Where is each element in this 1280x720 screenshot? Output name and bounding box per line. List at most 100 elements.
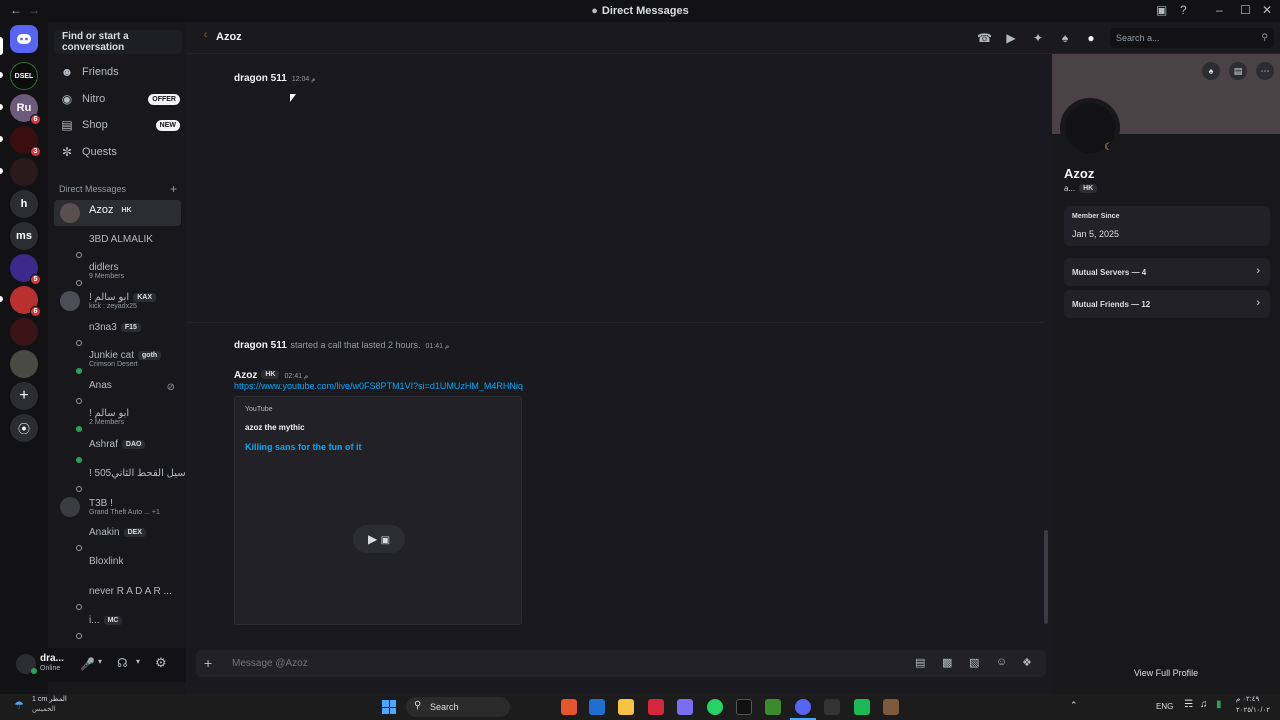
server-icon[interactable]	[10, 350, 38, 378]
help-icon[interactable]: ?	[1180, 3, 1187, 17]
server-icon[interactable]: Ru 6	[10, 94, 41, 125]
voice-call-icon[interactable]: ☎	[977, 31, 992, 45]
server-icon[interactable]: 6	[10, 286, 41, 317]
app-icon[interactable]	[883, 699, 899, 715]
discover-button[interactable]: ⦿	[10, 414, 38, 442]
search-input[interactable]: Search a... ⚲	[1110, 28, 1274, 48]
attach-plus-icon[interactable]: +	[204, 655, 212, 671]
sticker-icon[interactable]: ▧	[969, 656, 979, 669]
settings-gear-icon[interactable]: ⚙	[155, 655, 167, 671]
discord-logo-icon	[17, 34, 31, 44]
user-profile-icon[interactable]: ●	[1084, 31, 1098, 45]
open-external-icon: ▣	[380, 535, 391, 546]
maximize-button[interactable]: ☐	[1240, 3, 1251, 17]
server-icon[interactable]	[10, 318, 38, 346]
clock-date[interactable]: ٢٠٢٥/١٠/٠٢	[1236, 706, 1270, 714]
app-icon[interactable]	[854, 699, 870, 715]
dm-item[interactable]: Junkie cat goth Crimson Desert	[54, 346, 181, 374]
server-icon[interactable]	[10, 158, 38, 186]
message-input[interactable]	[232, 655, 872, 672]
nav-quests[interactable]: ✼ Quests	[60, 141, 180, 163]
wifi-icon[interactable]: ☴	[1184, 699, 1193, 710]
dm-item[interactable]: never R A D A R ...	[54, 582, 181, 610]
gif-icon[interactable]: ▩	[942, 656, 952, 669]
minecraft-icon[interactable]	[765, 699, 781, 715]
nav-friends[interactable]: ☻ Friends	[60, 61, 180, 83]
app-icon[interactable]	[824, 699, 840, 715]
emoji-icon[interactable]: ☺	[996, 656, 1007, 668]
volume-icon[interactable]: ♫	[1200, 699, 1208, 710]
dm-item[interactable]: ! 505سيل القحط الثاني	[54, 464, 186, 492]
youtube-link[interactable]: https://www.youtube.com/live/w0FS8PTM1VI…	[234, 381, 523, 391]
chevron-down-icon[interactable]: ▾	[136, 657, 140, 666]
apps-icon[interactable]: ❖	[1022, 656, 1032, 669]
dm-item[interactable]: Anas ⊘	[54, 376, 181, 404]
dm-item-azoz[interactable]: Azoz HK	[54, 200, 181, 226]
file-explorer-icon[interactable]	[618, 699, 634, 715]
home-button[interactable]	[10, 25, 38, 53]
store-icon[interactable]	[589, 699, 605, 715]
embed-title[interactable]: Killing sans for the fun of it	[245, 442, 362, 452]
chevron-down-icon[interactable]: ▾	[98, 657, 102, 666]
video-play-button[interactable]: ▶ ▣	[353, 525, 405, 553]
dm-search-button[interactable]: Find or start a conversation	[54, 30, 182, 54]
gift-icon[interactable]: ▤	[1229, 62, 1247, 80]
add-friend-icon[interactable]: ♠	[1202, 62, 1220, 80]
video-call-icon[interactable]: ▶	[1004, 31, 1018, 45]
message-author[interactable]: dragon 511	[234, 73, 287, 84]
discord-logo-icon: ●	[591, 5, 598, 17]
tiktok-icon[interactable]	[736, 699, 752, 715]
inbox-icon[interactable]: ▣	[1156, 3, 1167, 17]
mutual-servers-button[interactable]: Mutual Servers — 4 ›	[1064, 258, 1270, 286]
app-icon[interactable]	[648, 699, 664, 715]
idle-moon-icon: ☾	[1104, 142, 1113, 153]
close-button[interactable]: ✕	[1262, 3, 1272, 17]
battery-icon[interactable]: ▮	[1216, 699, 1222, 710]
start-windows-icon[interactable]	[382, 700, 396, 714]
chevron-right-icon: ›	[1256, 265, 1260, 277]
nav-shop[interactable]: ▤ Shop NEW	[60, 114, 180, 136]
gift-icon[interactable]: ▤	[915, 656, 925, 669]
pin-icon[interactable]: ✦	[1031, 31, 1045, 45]
dm-item[interactable]: Ashraf DAO	[54, 435, 181, 463]
dm-item[interactable]: n3na3 F15	[54, 318, 181, 346]
dm-item[interactable]: didlers 9 Members	[54, 258, 181, 286]
friends-icon: ☻	[60, 65, 74, 79]
create-dm-plus-icon[interactable]: +	[170, 182, 177, 196]
server-icon[interactable]: ms	[10, 222, 38, 250]
mutual-friends-button[interactable]: Mutual Friends — 12 ›	[1064, 290, 1270, 318]
view-full-profile-link[interactable]: View Full Profile	[1052, 668, 1280, 678]
server-icon[interactable]: 3	[10, 126, 41, 157]
minimize-button[interactable]: –	[1216, 3, 1223, 17]
app-icon[interactable]	[677, 699, 693, 715]
unread-indicator	[0, 136, 3, 142]
whatsapp-icon[interactable]	[707, 699, 723, 715]
add-friends-icon[interactable]: ♠	[1058, 31, 1072, 45]
dm-item[interactable]: i... MC	[54, 611, 181, 639]
embed-author[interactable]: azoz the mythic	[245, 423, 305, 432]
chat-scrollbar[interactable]	[1044, 530, 1048, 624]
dm-item[interactable]: T3B ! Grand Theft Auto ... +1	[54, 494, 181, 520]
chevron-up-icon[interactable]: ⌃	[1070, 700, 1078, 711]
nav-nitro[interactable]: ◉ Nitro OFFER	[60, 88, 180, 110]
weather-icon[interactable]: ☂	[14, 699, 24, 712]
server-icon[interactable]: h	[10, 190, 38, 218]
message-author[interactable]: Azoz	[234, 370, 257, 381]
clock-time[interactable]: ٠٢:٤٩ م	[1236, 695, 1259, 703]
microphone-icon[interactable]: 🎤	[80, 657, 95, 671]
discord-taskbar-icon[interactable]	[795, 699, 811, 715]
dm-item[interactable]: ! ابو سالم 2 Members	[54, 404, 181, 432]
headphones-icon[interactable]: ☊	[117, 656, 128, 670]
dm-item[interactable]: Bloxlink	[54, 552, 181, 578]
dm-item[interactable]: ! ابو سالم KAX kick : zeyadx25	[54, 288, 181, 314]
add-server-button[interactable]: +	[10, 382, 38, 410]
brave-browser-icon[interactable]	[561, 699, 577, 715]
language-indicator[interactable]: ENG	[1156, 702, 1173, 711]
more-options-icon[interactable]: ⋯	[1256, 62, 1274, 80]
embed-provider: YouTube	[245, 406, 273, 413]
dm-item[interactable]: Anakin DEX	[54, 523, 181, 551]
server-icon[interactable]: DSEL	[10, 62, 38, 90]
taskbar-search[interactable]: ⚲ Search	[406, 697, 510, 717]
server-icon[interactable]: 5	[10, 254, 41, 285]
dm-item[interactable]: 3BD ALMALIK	[54, 230, 181, 258]
